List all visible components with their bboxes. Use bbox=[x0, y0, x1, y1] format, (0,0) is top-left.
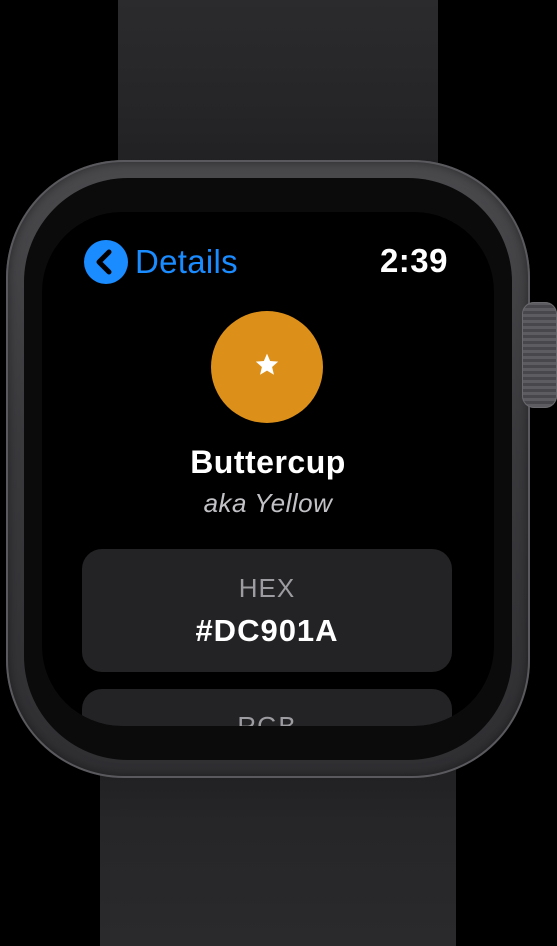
star-icon bbox=[254, 352, 280, 383]
chevron-left-icon bbox=[84, 240, 128, 284]
color-alias: aka Yellow bbox=[203, 488, 333, 518]
hex-card[interactable]: HEX #DC901A bbox=[82, 549, 452, 672]
rgb-card[interactable]: RGB bbox=[82, 689, 452, 726]
hex-label: HEX bbox=[238, 573, 296, 603]
back-button[interactable]: Details bbox=[84, 240, 238, 284]
watch-mockup: Details 2:39 Buttercup aka Yellow HEX #D… bbox=[0, 0, 557, 946]
watch-screen: Details 2:39 Buttercup aka Yellow HEX #D… bbox=[42, 212, 494, 726]
rgb-label: RGB bbox=[237, 711, 297, 726]
back-button-label: Details bbox=[135, 243, 238, 280]
color-name: Buttercup bbox=[190, 444, 346, 480]
digital-crown[interactable] bbox=[522, 302, 557, 408]
status-time: 2:39 bbox=[379, 242, 448, 279]
color-swatch[interactable] bbox=[211, 311, 323, 423]
hex-value: #DC901A bbox=[195, 613, 339, 648]
